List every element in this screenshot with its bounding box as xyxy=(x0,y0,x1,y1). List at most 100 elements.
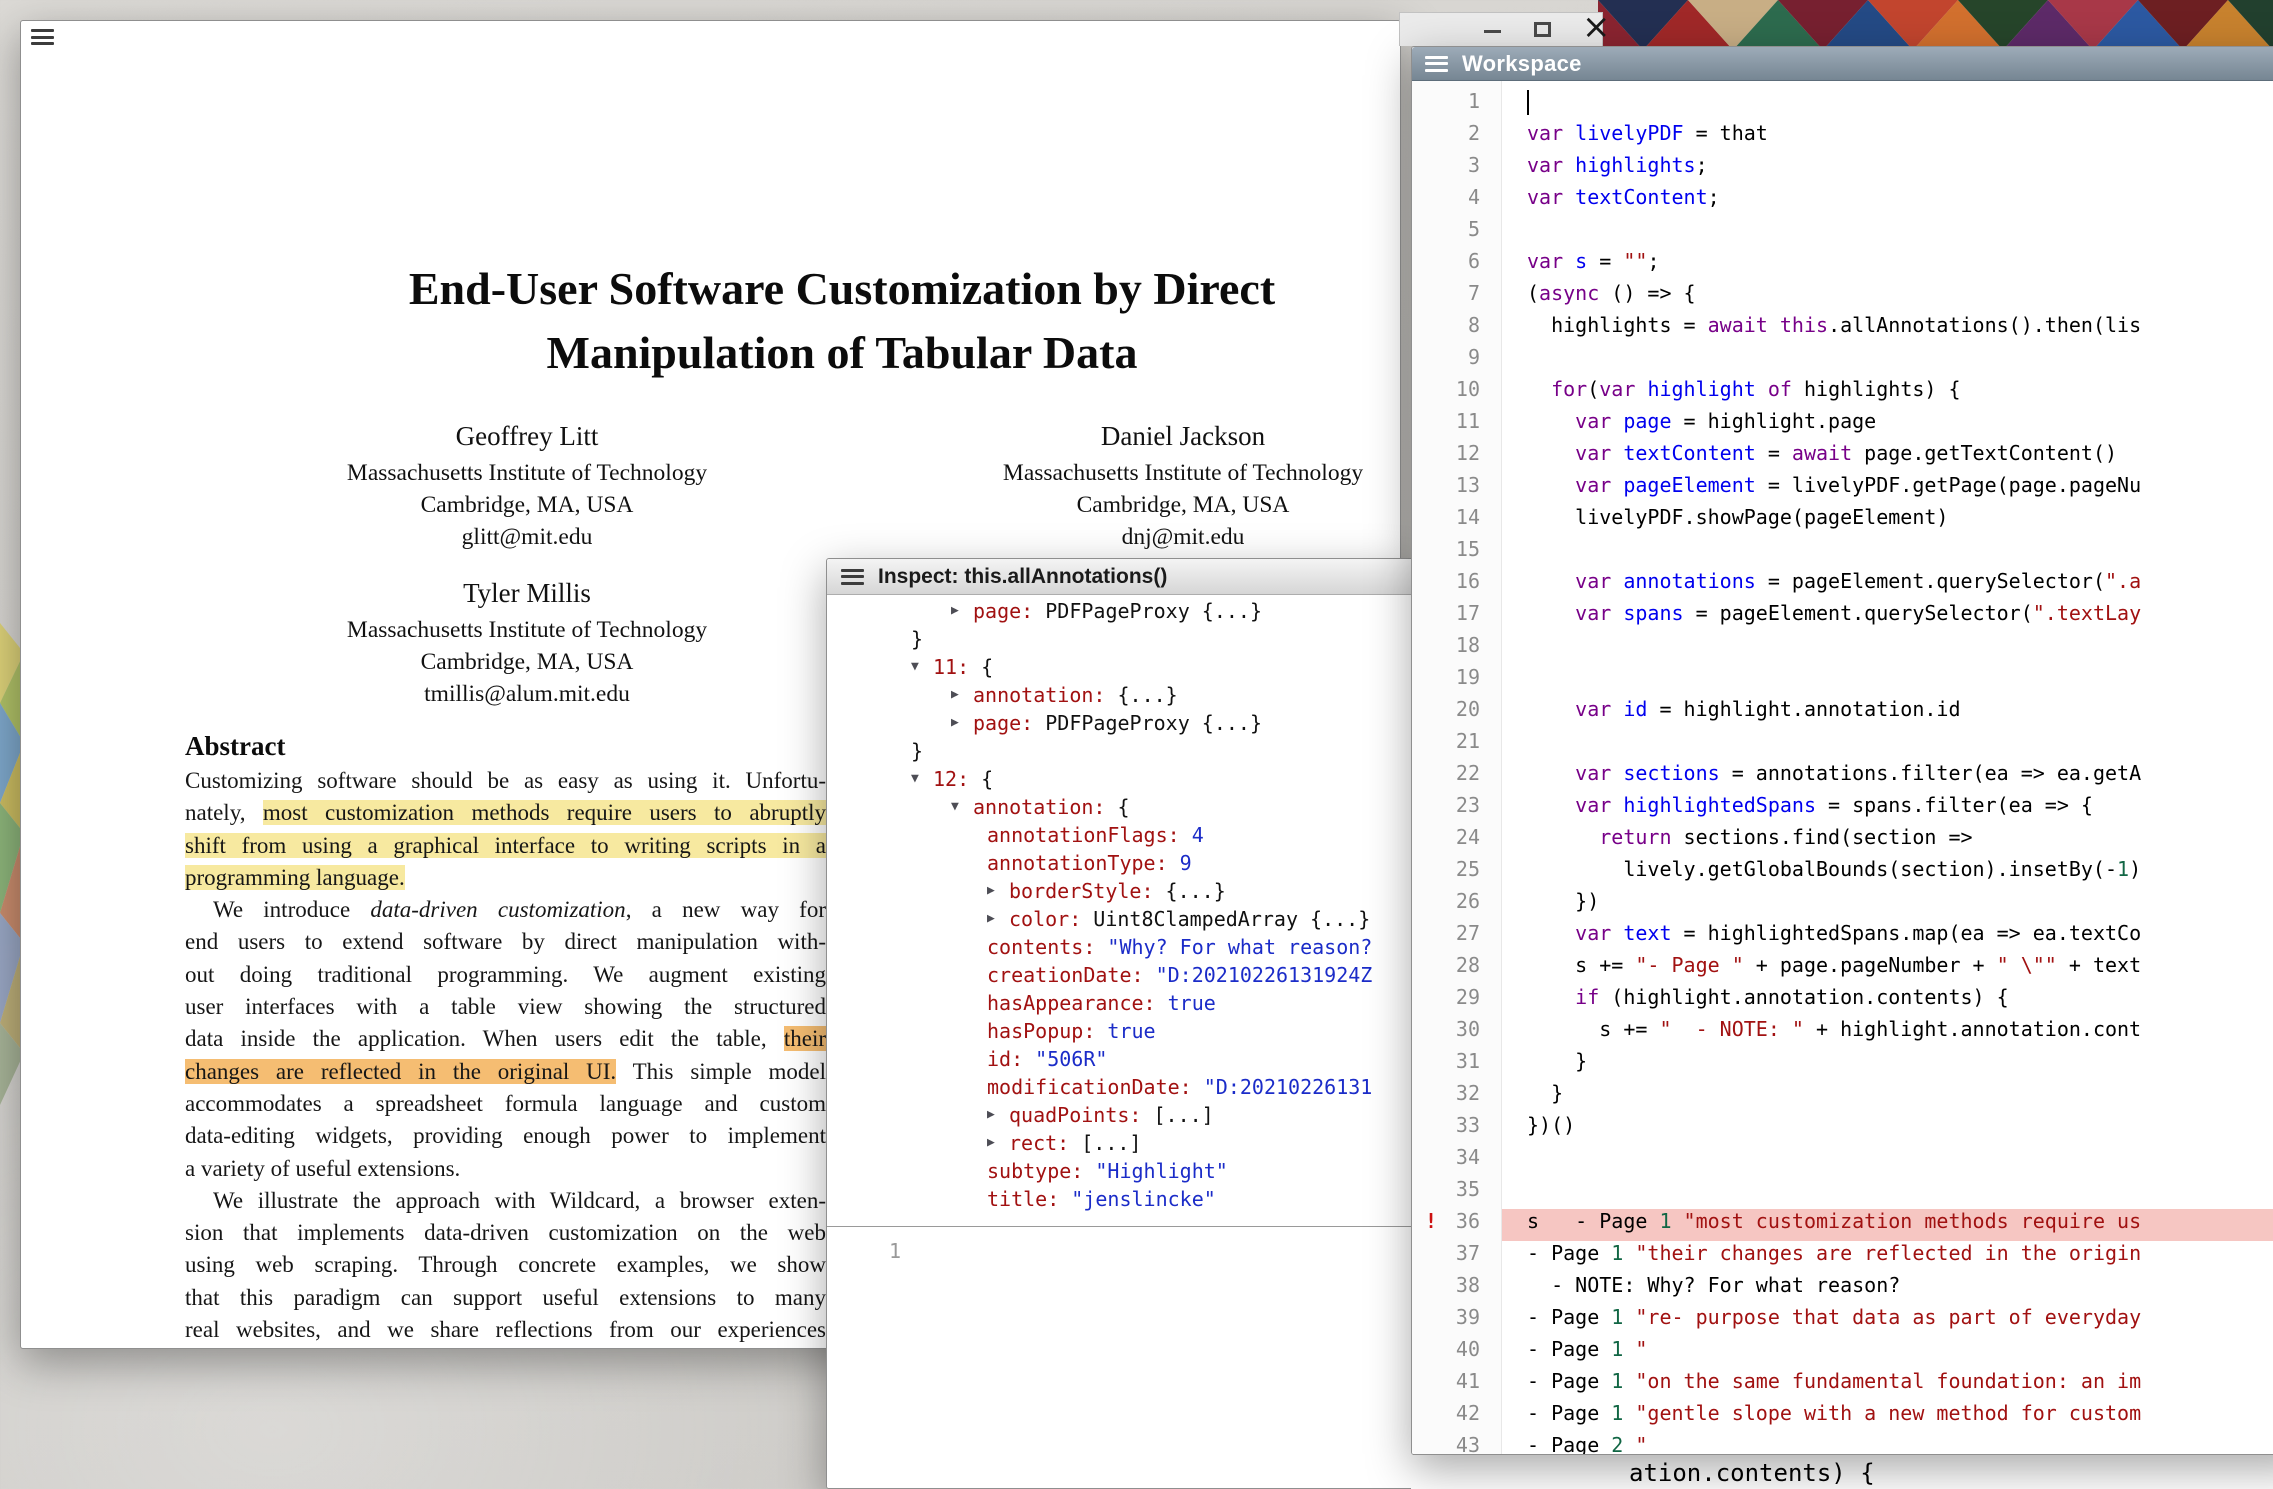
gutter-line-number[interactable]: 3 xyxy=(1412,153,1501,185)
annotation-highlight[interactable]: shift from using a graphical interface t… xyxy=(185,833,826,858)
code-line[interactable]: var annotations = pageElement.querySelec… xyxy=(1502,569,2273,601)
gutter-line-number[interactable]: 35 xyxy=(1412,1177,1501,1209)
workspace-code-editor[interactable]: var livelyPDF = thatvar highlights;var t… xyxy=(1502,81,2273,1454)
code-line[interactable]: (async () => { xyxy=(1502,281,2273,313)
inspector-row[interactable]: hasAppearance: true xyxy=(827,989,1413,1017)
gutter-line-number[interactable]: 11 xyxy=(1412,409,1501,441)
expand-triangle-icon[interactable]: ▶ xyxy=(987,877,995,905)
gutter-line-number[interactable]: 24 xyxy=(1412,825,1501,857)
gutter-line-number[interactable]: 5 xyxy=(1412,217,1501,249)
gutter-line-number[interactable]: 13 xyxy=(1412,473,1501,505)
code-line[interactable] xyxy=(1502,1177,2273,1209)
gutter-line-number[interactable]: 32 xyxy=(1412,1081,1501,1113)
gutter-line-number[interactable]: 14 xyxy=(1412,505,1501,537)
gutter-line-number[interactable]: 17 xyxy=(1412,601,1501,633)
gutter-line-number[interactable]: 9 xyxy=(1412,345,1501,377)
code-line[interactable]: s += "- Page " + page.pageNumber + " \""… xyxy=(1502,953,2273,985)
code-line[interactable]: livelyPDF.showPage(pageElement) xyxy=(1502,505,2273,537)
expand-triangle-icon[interactable]: ▶ xyxy=(951,597,959,625)
code-line[interactable]: }) xyxy=(1502,889,2273,921)
code-line[interactable]: - Page 1 "re- purpose that data as part … xyxy=(1502,1305,2273,1337)
inspector-row[interactable]: ▼annotation: { xyxy=(827,793,1413,821)
gutter-line-number[interactable]: 19 xyxy=(1412,665,1501,697)
inspector-row[interactable]: ▶borderStyle: {...} xyxy=(827,877,1413,905)
gutter-line-number[interactable]: 31 xyxy=(1412,1049,1501,1081)
gutter-line-number[interactable]: 27 xyxy=(1412,921,1501,953)
code-line[interactable]: return sections.find(section => xyxy=(1502,825,2273,857)
error-marker-icon[interactable]: ! xyxy=(1425,1209,1437,1233)
annotation-highlight[interactable]: changes are reflected in the original UI… xyxy=(185,1059,616,1084)
inspector-row[interactable]: ▶page: PDFPageProxy {...} xyxy=(827,709,1413,737)
expand-triangle-icon[interactable]: ▶ xyxy=(987,1129,995,1157)
inspector-row[interactable]: ▼11: { xyxy=(827,653,1413,681)
gutter-line-number[interactable]: 33 xyxy=(1412,1113,1501,1145)
annotation-highlight[interactable]: programming language. xyxy=(185,865,405,890)
code-line[interactable]: - Page 1 " xyxy=(1502,1337,2273,1369)
code-line[interactable] xyxy=(1502,537,2273,569)
maximize-button[interactable] xyxy=(1534,22,1551,37)
code-line[interactable] xyxy=(1502,633,2273,665)
expand-triangle-icon[interactable]: ▶ xyxy=(987,1101,995,1129)
gutter-line-number[interactable]: 37 xyxy=(1412,1241,1501,1273)
gutter-line-number[interactable]: 30 xyxy=(1412,1017,1501,1049)
code-line[interactable]: var textContent = await page.getTextCont… xyxy=(1502,441,2273,473)
gutter-line-number[interactable]: 2 xyxy=(1412,121,1501,153)
code-line[interactable]: - NOTE: Why? For what reason? xyxy=(1502,1273,2273,1305)
gutter-line-number[interactable]: 39 xyxy=(1412,1305,1501,1337)
menu-icon[interactable] xyxy=(841,569,864,585)
expand-triangle-icon[interactable]: ▶ xyxy=(987,905,995,933)
minimize-button[interactable] xyxy=(1484,30,1501,33)
inspector-eval-pane[interactable]: 1 xyxy=(827,1226,1413,1488)
inspector-row[interactable]: creationDate: "D:20210226131924Z xyxy=(827,961,1413,989)
code-line[interactable] xyxy=(1502,665,2273,697)
gutter-line-number[interactable]: 4 xyxy=(1412,185,1501,217)
code-line[interactable]: if (highlight.annotation.contents) { xyxy=(1502,985,2273,1017)
close-button[interactable]: × xyxy=(1582,8,1611,46)
code-line[interactable]: var highlights; xyxy=(1502,153,2273,185)
code-line[interactable] xyxy=(1502,1145,2273,1177)
code-line[interactable]: - Page 1 "on the same fundamental founda… xyxy=(1502,1369,2273,1401)
code-line[interactable]: var pageElement = livelyPDF.getPage(page… xyxy=(1502,473,2273,505)
code-line[interactable]: var page = highlight.page xyxy=(1502,409,2273,441)
gutter-line-number[interactable]: 40 xyxy=(1412,1337,1501,1369)
code-line[interactable]: s += " - NOTE: " + highlight.annotation.… xyxy=(1502,1017,2273,1049)
code-line[interactable]: var textContent; xyxy=(1502,185,2273,217)
inspector-row[interactable]: annotationFlags: 4 xyxy=(827,821,1413,849)
code-line[interactable]: var livelyPDF = that xyxy=(1502,121,2273,153)
annotation-highlight[interactable]: most customization methods require users… xyxy=(263,800,826,825)
inspector-row[interactable]: subtype: "Highlight" xyxy=(827,1157,1413,1185)
inspector-row[interactable]: id: "506R" xyxy=(827,1045,1413,1073)
collapse-triangle-icon[interactable]: ▼ xyxy=(911,653,919,681)
code-line[interactable]: for(var highlight of highlights) { xyxy=(1502,377,2273,409)
code-line[interactable]: - Page 1 "their changes are reflected in… xyxy=(1502,1241,2273,1273)
gutter-line-number[interactable]: 15 xyxy=(1412,537,1501,569)
code-line[interactable]: var sections = annotations.filter(ea => … xyxy=(1502,761,2273,793)
gutter-line-number[interactable]: 6 xyxy=(1412,249,1501,281)
code-line[interactable]: lively.getGlobalBounds(section).insetBy(… xyxy=(1502,857,2273,889)
code-line[interactable]: })() xyxy=(1502,1113,2273,1145)
code-line[interactable]: - Page 2 " xyxy=(1502,1433,2273,1454)
gutter-line-number[interactable]: 41 xyxy=(1412,1369,1501,1401)
code-line[interactable]: var spans = pageElement.querySelector(".… xyxy=(1502,601,2273,633)
gutter-line-number[interactable]: 21 xyxy=(1412,729,1501,761)
inspector-row[interactable]: ▶page: PDFPageProxy {...} xyxy=(827,597,1413,625)
inspector-row[interactable]: } xyxy=(827,737,1413,765)
gutter-line-number[interactable]: 28 xyxy=(1412,953,1501,985)
inspector-row[interactable]: ▼12: { xyxy=(827,765,1413,793)
code-line[interactable]: - Page 1 "gentle slope with a new method… xyxy=(1502,1401,2273,1433)
code-line[interactable] xyxy=(1502,89,2273,121)
inspector-row[interactable]: ▶quadPoints: [...] xyxy=(827,1101,1413,1129)
expand-triangle-icon[interactable]: ▶ xyxy=(951,709,959,737)
gutter-line-number[interactable]: 34 xyxy=(1412,1145,1501,1177)
gutter-line-number[interactable]: 43 xyxy=(1412,1433,1501,1454)
gutter-line-number[interactable]: 42 xyxy=(1412,1401,1501,1433)
gutter-line-number[interactable]: 20 xyxy=(1412,697,1501,729)
inspector-row[interactable]: } xyxy=(827,625,1413,653)
gutter-line-number[interactable]: 8 xyxy=(1412,313,1501,345)
inspector-row[interactable]: ▶annotation: {...} xyxy=(827,681,1413,709)
collapse-triangle-icon[interactable]: ▼ xyxy=(951,793,959,821)
expand-triangle-icon[interactable]: ▶ xyxy=(951,681,959,709)
gutter-line-number[interactable]: 23 xyxy=(1412,793,1501,825)
code-line[interactable]: } xyxy=(1502,1049,2273,1081)
gutter-line-number[interactable]: 10 xyxy=(1412,377,1501,409)
